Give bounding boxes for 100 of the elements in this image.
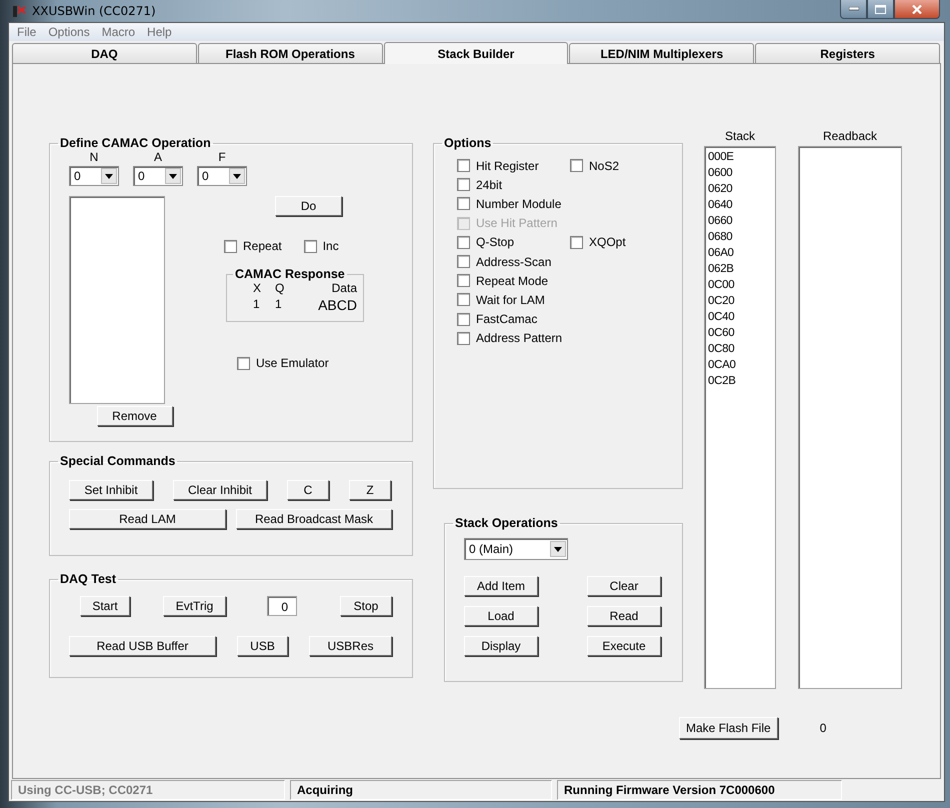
make-flash-file-button[interactable]: Make Flash File (679, 717, 778, 739)
checkbox-label: Repeat (243, 239, 282, 253)
checkbox[interactable] (457, 293, 470, 306)
close-icon (912, 4, 922, 14)
list-item[interactable]: 0C80 (708, 341, 772, 357)
checkbox[interactable] (457, 197, 470, 210)
menu-item[interactable]: Options (42, 25, 96, 39)
caret-icon (169, 174, 177, 178)
command-button[interactable]: C (287, 480, 329, 500)
list-item[interactable]: 0600 (708, 165, 772, 181)
tab[interactable]: DAQ (12, 43, 197, 63)
list-item[interactable]: 000E (708, 149, 772, 165)
stack-button[interactable]: Load (464, 606, 538, 626)
stack-button[interactable]: Clear (587, 576, 661, 596)
list-header: Readback (822, 129, 878, 143)
list-item[interactable]: 0C00 (708, 277, 772, 293)
response-value: 1 (275, 297, 283, 313)
command-button[interactable]: Read Broadcast Mask (236, 509, 392, 529)
menu-item[interactable]: Macro (96, 25, 142, 39)
status-panel: Using CC-USB; CC0271 (11, 780, 285, 800)
checkbox[interactable] (457, 274, 470, 288)
evttrig-button[interactable]: EvtTrig (163, 596, 226, 616)
status-panel: Running Firmware Version 7C000600 (557, 780, 842, 800)
checkbox[interactable] (457, 332, 470, 345)
selector-label: N (90, 150, 98, 164)
response-value: 1 (253, 297, 261, 313)
list-header: Stack (724, 129, 755, 143)
menu-item[interactable]: File (11, 25, 42, 39)
group-title: CAMAC Response (234, 267, 346, 281)
checkbox[interactable] (457, 255, 470, 268)
list-item[interactable]: 0620 (708, 181, 772, 197)
tab[interactable]: Stack Builder (384, 42, 568, 64)
stack-button[interactable]: Execute (587, 636, 661, 656)
remove-button[interactable]: Remove (96, 406, 172, 426)
checkbox[interactable] (457, 159, 470, 172)
stack-button[interactable]: Read (587, 606, 661, 626)
checkbox-label: Q-Stop (476, 235, 514, 250)
dropdown[interactable]: 0 (69, 166, 119, 186)
menu-item[interactable]: Help (141, 25, 178, 39)
checkbox[interactable] (237, 356, 250, 370)
command-button[interactable]: Set Inhibit (69, 480, 153, 500)
group-title: Define CAMAC Operation (59, 136, 212, 150)
list-item[interactable]: 0680 (708, 229, 772, 245)
stack-button[interactable]: Display (464, 636, 538, 656)
list-item[interactable]: 0640 (708, 197, 772, 213)
dropdown[interactable]: 0 (Main) (464, 538, 568, 560)
close-button[interactable] (894, 0, 940, 19)
tab[interactable]: Flash ROM Operations (198, 43, 383, 63)
maximize-icon (875, 4, 886, 14)
minimize-icon (848, 7, 858, 11)
dropdown[interactable]: 0 (133, 166, 183, 186)
usb-button[interactable]: USBRes (309, 636, 392, 656)
usb-button[interactable]: USB (237, 636, 288, 656)
list-item[interactable]: 0C60 (708, 325, 772, 341)
list-item[interactable]: 062B (708, 261, 772, 277)
checkbox-label: Number Module (476, 196, 562, 211)
checkbox[interactable] (570, 236, 583, 249)
list-item[interactable]: 0C40 (708, 309, 772, 325)
stop-button[interactable]: Stop (340, 596, 392, 616)
group-title: Stack Operations (454, 516, 559, 530)
usb-button[interactable]: Read USB Buffer (69, 636, 216, 656)
dropdown[interactable]: 0 (197, 166, 247, 186)
list-item[interactable]: 0C2B (708, 373, 772, 389)
checkbox-label: Wait for LAM (476, 292, 545, 307)
group-title: DAQ Test (59, 572, 118, 586)
stack-button[interactable]: Add Item (464, 576, 538, 596)
counter-field[interactable]: 0 (267, 596, 297, 616)
tab[interactable]: LED/NIM Multiplexers (569, 43, 754, 63)
response-value: ABCD (317, 297, 357, 313)
list-item[interactable]: 0C20 (708, 293, 772, 309)
command-button[interactable]: Read LAM (69, 509, 226, 529)
checkbox[interactable] (457, 236, 470, 249)
tab[interactable]: Registers (755, 43, 940, 63)
list-item[interactable]: 0CA0 (708, 357, 772, 373)
checkbox[interactable] (224, 240, 237, 252)
selector-label: A (154, 150, 162, 164)
column-header: X (253, 281, 262, 295)
checkbox-label: Address-Scan (476, 254, 552, 269)
start-button[interactable]: Start (80, 596, 130, 616)
column-header: Data (330, 281, 357, 295)
minimize-button[interactable] (840, 0, 867, 19)
list-item[interactable]: 0660 (708, 213, 772, 229)
command-button[interactable]: Z (349, 480, 391, 500)
checkbox[interactable] (570, 159, 583, 172)
operation-list[interactable] (69, 196, 165, 404)
checkbox[interactable] (457, 312, 470, 326)
checkbox[interactable] (304, 240, 317, 252)
status-panel: Acquiring (290, 780, 552, 800)
checkbox[interactable] (457, 178, 470, 192)
list-item[interactable]: 06A0 (708, 245, 772, 261)
readback-list[interactable] (798, 146, 902, 689)
checkbox-label: Use Emulator (256, 356, 329, 370)
stack-list[interactable]: 000E 0600 0620 0640 0660 0680 06A0 062B 0C00 0C20 0C40 0C60 0C80 0CA0 0C2B (704, 146, 776, 689)
command-button[interactable]: Clear Inhibit (173, 480, 267, 500)
do-button[interactable]: Do (275, 196, 342, 216)
app-icon (12, 4, 26, 18)
checkbox-label: Repeat Mode (476, 274, 548, 288)
maximize-button[interactable] (867, 0, 894, 19)
checkbox-label: FastCamac (476, 312, 538, 326)
column-header: Q (275, 281, 286, 295)
